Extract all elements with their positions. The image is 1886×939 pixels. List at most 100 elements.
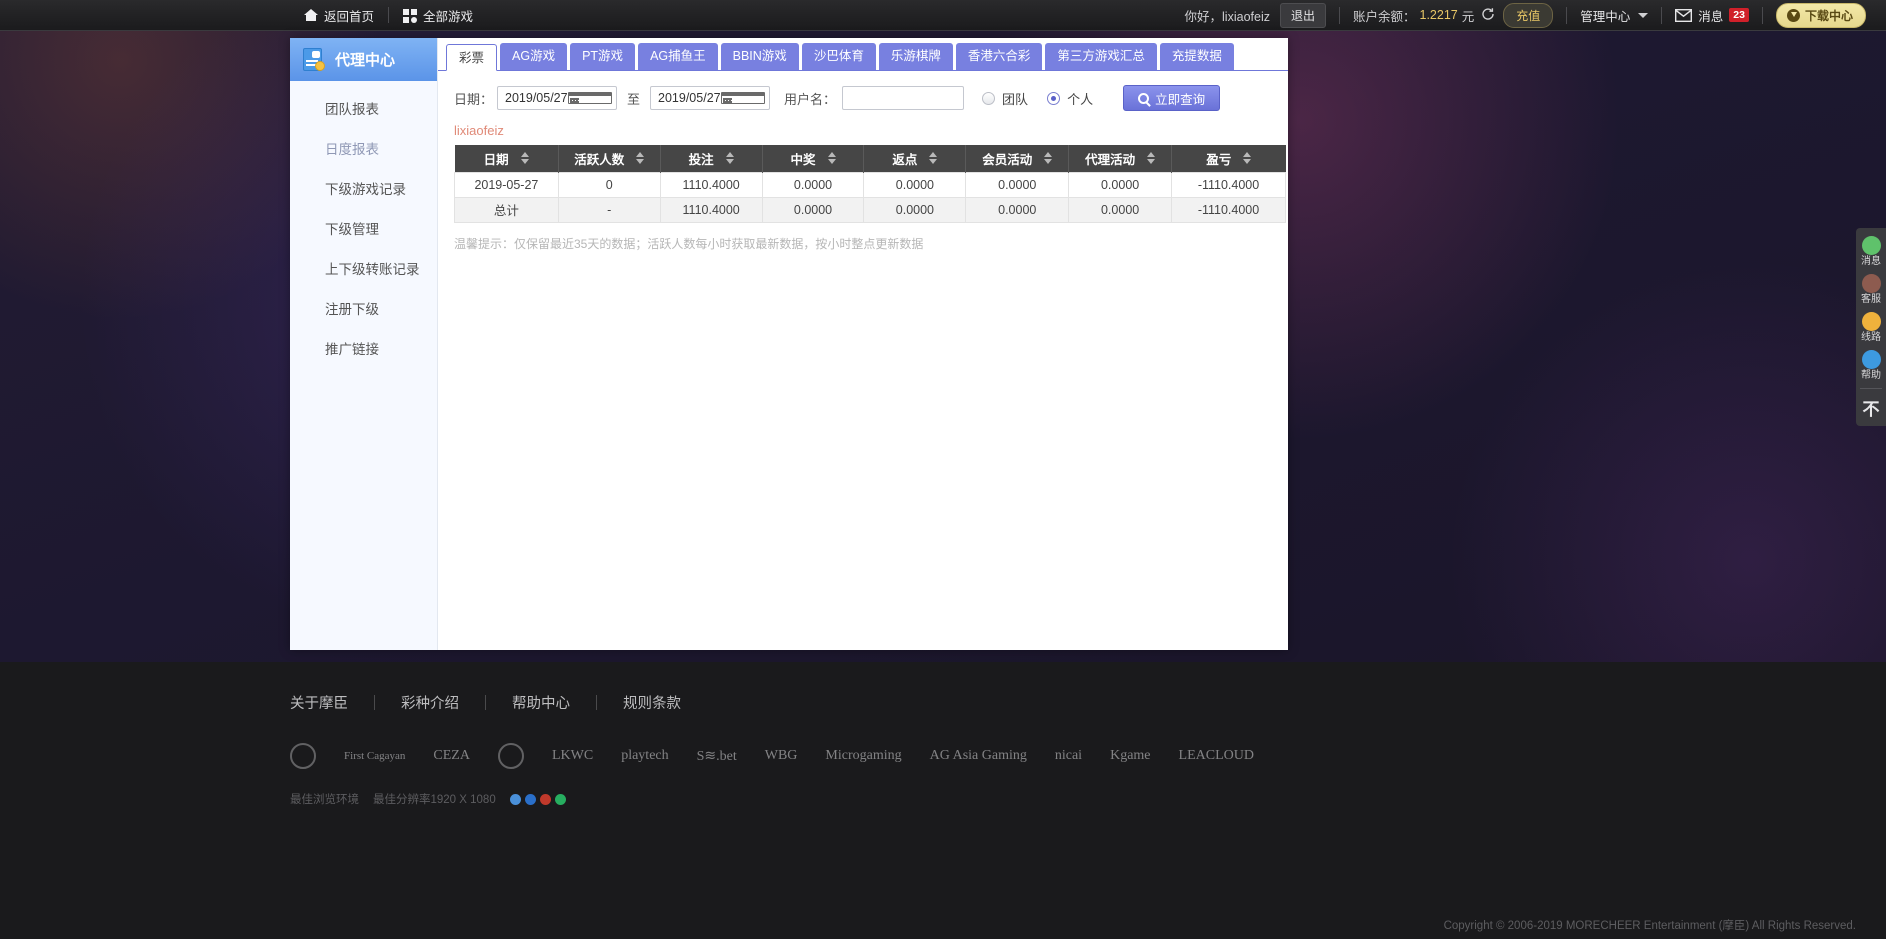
header-divider [1566, 7, 1567, 24]
sidebar-item-sub-game-records[interactable]: 下级游戏记录 [290, 168, 437, 208]
tab-ag-fishing[interactable]: AG捕鱼王 [638, 43, 718, 70]
sidebar-item-sub-management[interactable]: 下级管理 [290, 208, 437, 248]
partner-logo-playtech: playtech [621, 748, 668, 764]
column-header-agent-activity[interactable]: 代理活动 [1069, 145, 1172, 172]
sort-icon[interactable] [1147, 152, 1155, 164]
column-header-active-users[interactable]: 活跃人数 [558, 145, 660, 172]
date-from-input[interactable]: 2019/05/27 [497, 86, 617, 110]
envelope-icon [1675, 9, 1692, 22]
compass-icon [1862, 350, 1881, 369]
tab-label: PT游戏 [582, 49, 623, 63]
sidebar-item-label: 推广链接 [325, 338, 379, 358]
grid-icon [403, 9, 417, 22]
query-button-label: 立即查询 [1155, 89, 1205, 108]
column-header-date[interactable]: 日期 [455, 145, 559, 172]
sort-icon[interactable] [929, 152, 937, 164]
footer-link-lottery-intro[interactable]: 彩种介绍 [375, 692, 485, 713]
sort-icon[interactable] [1044, 152, 1052, 164]
cell-total-rebate: 0.0000 [864, 197, 966, 222]
download-center-label: 下载中心 [1805, 7, 1853, 24]
tab-ag-games[interactable]: AG游戏 [500, 43, 567, 70]
float-item-route[interactable]: 线路 [1861, 309, 1881, 347]
float-item-support[interactable]: 客服 [1861, 271, 1881, 309]
opera-icon [540, 794, 551, 805]
sidebar-item-transfer-records[interactable]: 上下级转账记录 [290, 248, 437, 288]
footer-link-about[interactable]: 关于摩臣 [290, 692, 374, 713]
partner-logo-ag-asia-gaming: AG Asia Gaming [930, 748, 1027, 764]
radio-person[interactable] [1047, 92, 1060, 105]
sidebar-title: 代理中心 [335, 49, 395, 70]
home-link-label: 返回首页 [324, 6, 374, 25]
tab-label: 沙巴体育 [814, 49, 864, 63]
sidebar-item-label: 团队报表 [325, 98, 379, 118]
home-link[interactable]: 返回首页 [290, 0, 388, 31]
sort-icon[interactable] [636, 152, 644, 164]
sort-icon[interactable] [828, 152, 836, 164]
column-header-rebate[interactable]: 返点 [864, 145, 966, 172]
header-divider [1339, 7, 1340, 24]
query-button[interactable]: 立即查询 [1123, 85, 1220, 111]
footer-env-note: 最佳浏览环境 [290, 791, 359, 807]
tab-lottery[interactable]: 彩票 [446, 44, 497, 71]
scope-radio-group: 团队 个人 [982, 89, 1105, 108]
footer-resolution-note: 最佳分辨率1920 X 1080 [373, 791, 496, 807]
radio-person-label: 个人 [1067, 89, 1093, 108]
sort-icon[interactable] [726, 152, 734, 164]
logout-button[interactable]: 退出 [1280, 3, 1326, 28]
footer-link-help-center[interactable]: 帮助中心 [486, 692, 596, 713]
column-label: 投注 [689, 149, 714, 168]
recharge-button[interactable]: 充值 [1503, 3, 1553, 28]
report-tip: 温馨提示：仅保留最近35天的数据；活跃人数每小时获取最新数据，按小时整点更新数据 [438, 235, 1288, 252]
manage-center-label: 管理中心 [1580, 6, 1630, 25]
tab-third-party-summary[interactable]: 第三方游戏汇总 [1045, 43, 1157, 70]
messages-button[interactable]: 消息 23 [1675, 6, 1749, 25]
date-to-input[interactable]: 2019/05/27 [650, 86, 770, 110]
tab-bbin-games[interactable]: BBIN游戏 [721, 43, 799, 70]
chevron-down-icon [1638, 13, 1648, 18]
sidebar-item-promo-link[interactable]: 推广链接 [290, 328, 437, 368]
game-tab-bar: 彩票 AG游戏 PT游戏 AG捕鱼王 BBIN游戏 沙巴体育 乐游棋牌 香港六合… [438, 38, 1288, 71]
partner-logo-sbet: S≋.bet [697, 748, 737, 765]
all-games-link[interactable]: 全部游戏 [389, 0, 487, 31]
cell-bet: 1110.4000 [660, 172, 762, 197]
sort-icon[interactable] [521, 152, 529, 164]
agent-card-icon [303, 48, 326, 72]
chat-bubble-icon [1862, 236, 1881, 255]
top-header-bar: 返回首页 全部游戏 你好，lixiaofeiz 退出 账户余额： 1.2217 … [0, 0, 1886, 31]
tab-label: 彩票 [459, 51, 484, 65]
date-label: 日期： [454, 89, 493, 108]
sidebar-item-register-sub[interactable]: 注册下级 [290, 288, 437, 328]
column-header-bet[interactable]: 投注 [660, 145, 762, 172]
float-item-messages[interactable]: 消息 [1861, 233, 1881, 271]
sidebar-item-team-report[interactable]: 团队报表 [290, 88, 437, 128]
column-header-member-activity[interactable]: 会员活动 [966, 145, 1069, 172]
sort-icon[interactable] [1243, 152, 1251, 164]
download-center-button[interactable]: 下载中心 [1776, 3, 1866, 28]
username-input[interactable] [842, 86, 964, 110]
calendar-icon[interactable] [721, 92, 765, 104]
column-header-profit-loss[interactable]: 盈亏 [1172, 145, 1286, 172]
tab-sabah-sports[interactable]: 沙巴体育 [802, 43, 876, 70]
balance-amount: 1.2217 [1420, 8, 1458, 22]
footer-link-rules[interactable]: 规则条款 [597, 692, 707, 713]
tab-label: 充提数据 [1172, 49, 1222, 63]
tab-hk-mark-six[interactable]: 香港六合彩 [956, 43, 1043, 70]
column-header-win[interactable]: 中奖 [762, 145, 864, 172]
tab-pt-games[interactable]: PT游戏 [570, 43, 635, 70]
sidebar-item-daily-report[interactable]: 日度报表 [290, 128, 437, 168]
scroll-to-top-button[interactable]: 不 [1863, 392, 1880, 424]
radio-team[interactable] [982, 92, 995, 105]
tab-deposit-withdraw[interactable]: 充提数据 [1160, 43, 1234, 70]
refresh-icon[interactable] [1481, 7, 1495, 24]
partner-logo-first-cagayan: First Cagayan [344, 750, 405, 762]
calendar-icon[interactable] [568, 92, 612, 104]
sidebar-menu: 团队报表 日度报表 下级游戏记录 下级管理 上下级转账记录 注册下级 推广链接 [290, 81, 437, 368]
float-item-help[interactable]: 帮助 [1861, 347, 1881, 385]
tab-leyou-chess[interactable]: 乐游棋牌 [879, 43, 953, 70]
question-circle-icon [1862, 312, 1881, 331]
message-count-badge: 23 [1729, 8, 1749, 22]
footer-links: 关于摩臣 彩种介绍 帮助中心 规则条款 [0, 662, 1886, 713]
tab-label: 第三方游戏汇总 [1057, 49, 1145, 63]
manage-center-menu[interactable]: 管理中心 [1580, 6, 1648, 25]
header-divider [1661, 7, 1662, 24]
